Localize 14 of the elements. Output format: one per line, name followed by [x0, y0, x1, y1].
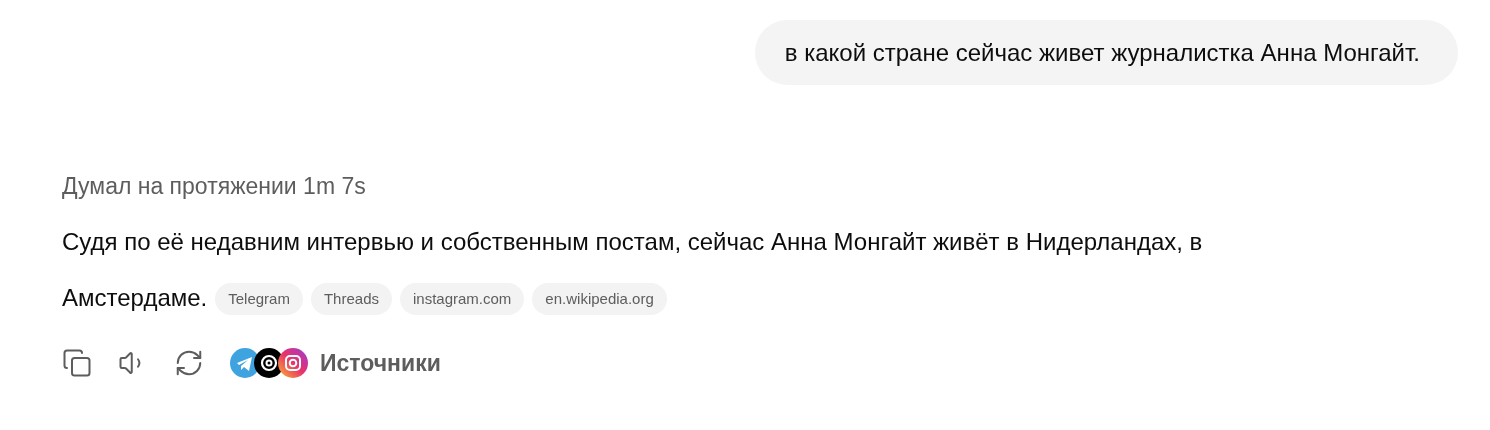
regenerate-button[interactable] [174, 348, 204, 378]
sources-label: Источники [320, 349, 441, 377]
sources-button[interactable]: Источники [230, 348, 441, 378]
answer-text: Судя по её недавним интервью и собственным постам, сейчас Анна Монгайт живёт в Нидерландах, в Амстердаме. Telegram Threads instagram.com en.wikipedia.org [62, 214, 1292, 326]
citation-chip[interactable]: en.wikipedia.org [532, 283, 667, 315]
refresh-icon [174, 348, 204, 378]
citation-chip[interactable]: Telegram [215, 283, 303, 315]
copy-button[interactable] [62, 348, 92, 378]
camera-icon [278, 348, 308, 378]
copy-icon [62, 348, 92, 378]
thought-duration: Думал на протяжении 1m 7s [62, 173, 367, 200]
user-message: в какой стране сейчас живет журналистка Анна Монгайт. [754, 20, 1458, 85]
citation-chip[interactable]: Threads [310, 283, 392, 315]
citation-chip[interactable]: instagram.com [400, 283, 525, 315]
